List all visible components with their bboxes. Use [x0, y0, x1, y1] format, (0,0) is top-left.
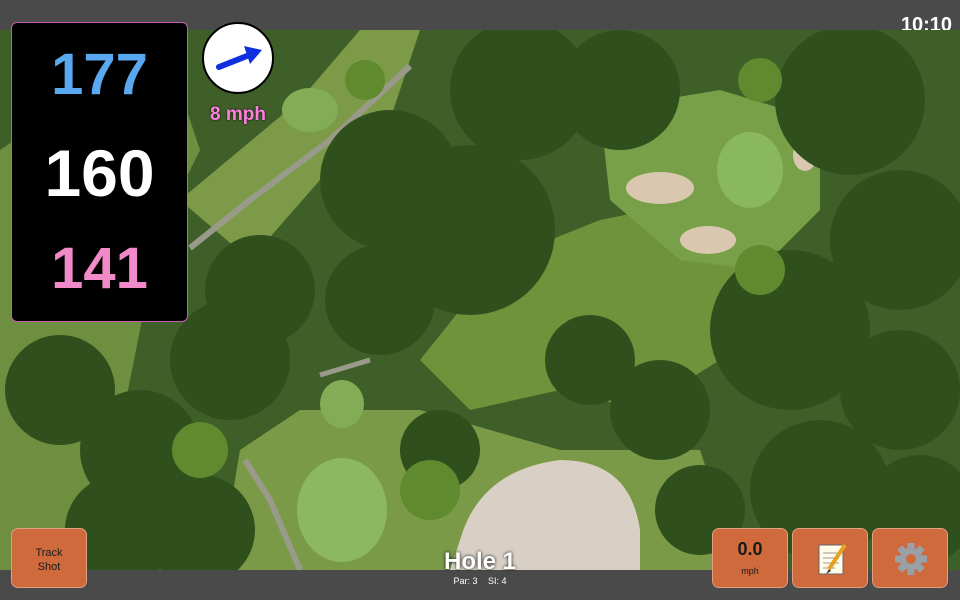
speed-value: 0.0 [737, 539, 763, 559]
back-yardage: 177 [51, 42, 148, 107]
center-yardage: 160 [44, 136, 155, 210]
hole-stroke-index: SI: 4 [488, 576, 507, 586]
gear-icon [895, 543, 927, 575]
yardage-panel: 177 160 141 [11, 22, 188, 322]
hole-par: Par: 3 [453, 576, 478, 586]
track-shot-button[interactable]: Track Shot [11, 528, 87, 588]
settings-button[interactable] [872, 528, 948, 588]
track-shot-label-line2: Shot [37, 561, 61, 573]
front-yardage: 141 [51, 236, 148, 301]
hole-title: Hole 1 [443, 548, 517, 575]
speed-button[interactable]: 0.0 mph [712, 528, 788, 588]
hole-info: Par: 3 SI: 4 [400, 576, 560, 586]
wind-indicator [202, 22, 274, 94]
notepad-icon [818, 543, 847, 575]
notes-button[interactable] [792, 528, 868, 588]
wind-arrow-icon [216, 46, 262, 70]
speed-unit: mph [741, 566, 759, 576]
wind-speed: 8 mph [210, 104, 266, 125]
track-shot-label-line1: Track [35, 547, 63, 559]
